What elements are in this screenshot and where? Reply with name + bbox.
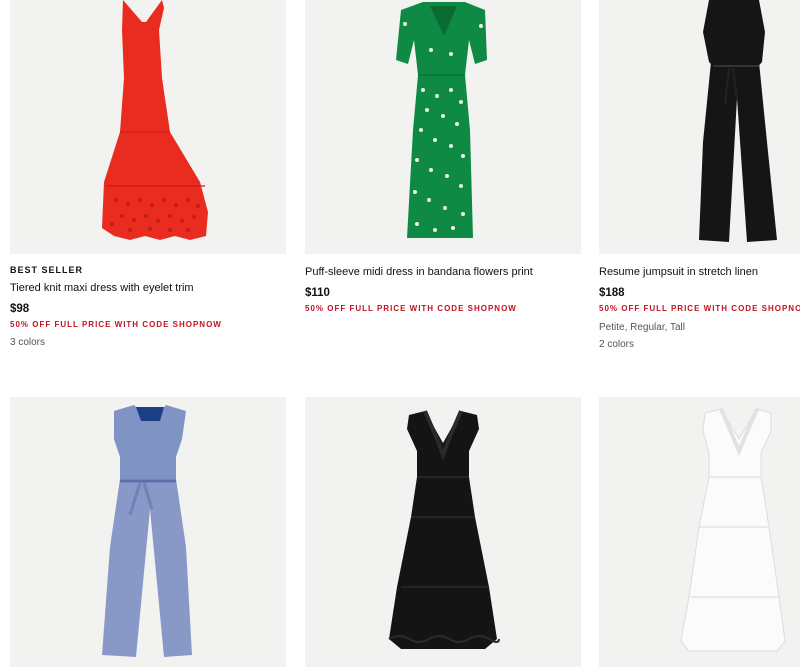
product-price: $98 [10, 303, 30, 315]
dress-image [680, 408, 786, 652]
promo-text: 50% OFF FULL PRICE WITH CODE SHOPNOW [305, 304, 517, 313]
color-count[interactable]: 3 colors [10, 337, 286, 348]
product-image[interactable] [599, 0, 800, 254]
product-card[interactable]: Puff-sleeve midi dress in bandana flower… [305, 0, 581, 313]
product-card[interactable]: BEST SELLER Tiered knit maxi dress with … [10, 0, 286, 348]
promo-text: 50% OFF FULL PRICE WITH CODE SHOPNOW [10, 320, 222, 329]
product-image[interactable] [305, 397, 581, 667]
dress-image [102, 0, 208, 240]
product-image[interactable] [305, 0, 581, 254]
color-count[interactable]: 2 colors [599, 339, 800, 350]
product-price: $110 [305, 287, 330, 299]
product-card[interactable]: Resume jumpsuit in stretch linen $188 50… [599, 0, 800, 350]
best-seller-badge: BEST SELLER [10, 265, 84, 275]
product-title-link[interactable]: Resume jumpsuit in stretch linen [599, 265, 800, 279]
dress-image [396, 2, 487, 238]
product-image[interactable] [10, 397, 286, 667]
product-price: $188 [599, 287, 625, 299]
product-title-link[interactable]: Tiered knit maxi dress with eyelet trim [10, 281, 286, 295]
product-image[interactable] [599, 397, 800, 667]
jumpsuit-image [699, 0, 777, 242]
size-options: Petite, Regular, Tall [599, 322, 685, 333]
product-title-link[interactable]: Puff-sleeve midi dress in bandana flower… [305, 265, 581, 279]
dress-image [388, 410, 500, 649]
product-card[interactable] [599, 397, 800, 667]
product-image[interactable] [10, 0, 286, 254]
product-grid: BEST SELLER Tiered knit maxi dress with … [0, 0, 800, 667]
jumpsuit-image [102, 405, 192, 657]
product-card[interactable] [10, 397, 286, 667]
product-card[interactable] [305, 397, 581, 667]
promo-text: 50% OFF FULL PRICE WITH CODE SHOPNOW [599, 304, 800, 313]
